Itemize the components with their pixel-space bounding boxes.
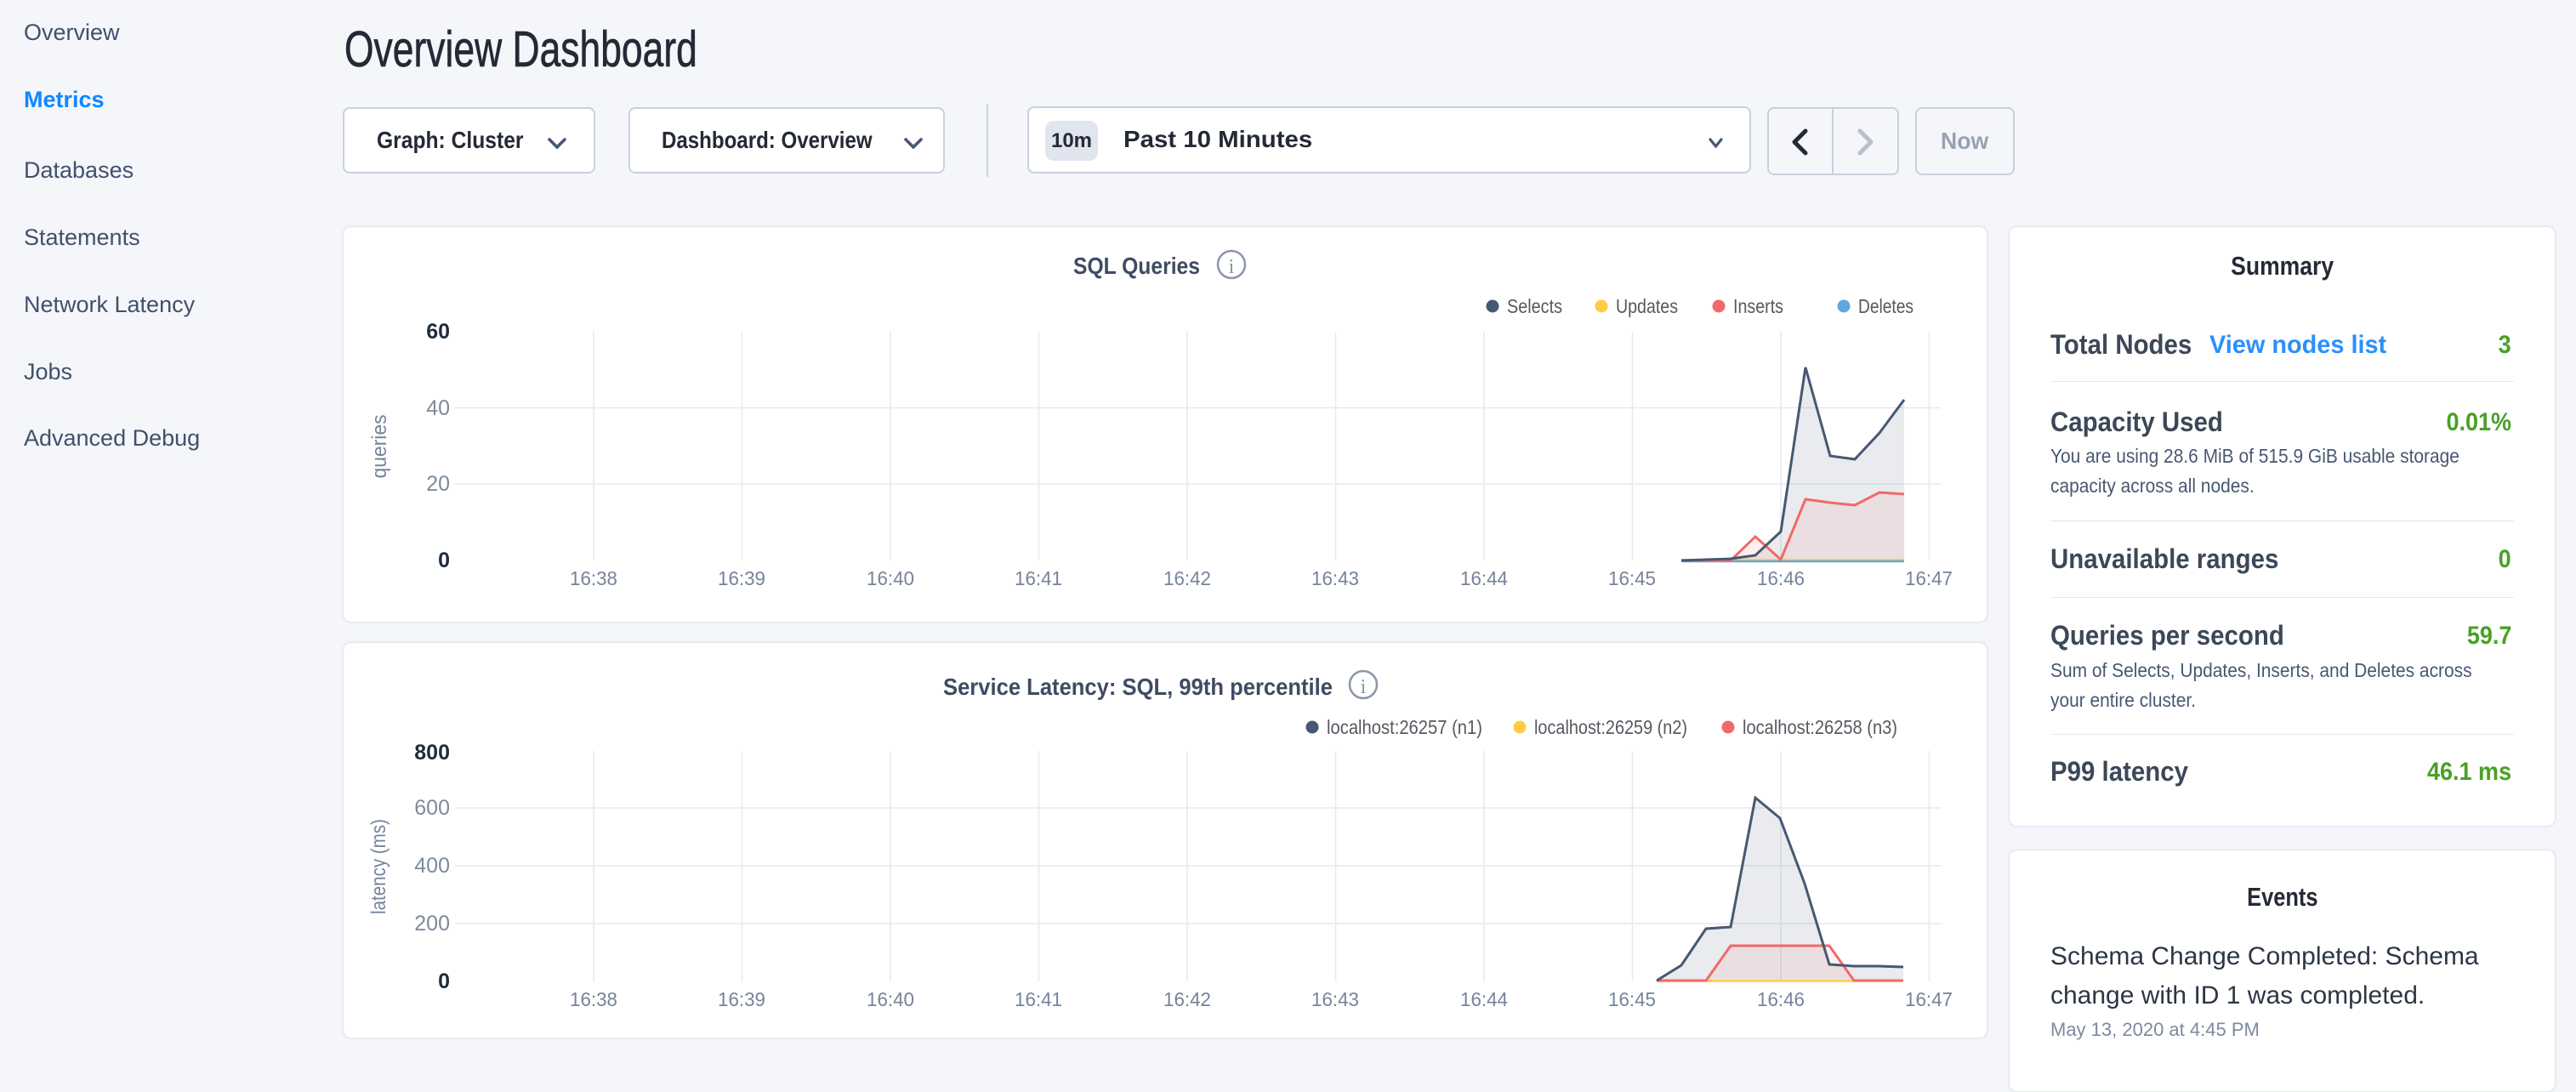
svg-text:16:43: 16:43 xyxy=(1311,988,1359,1010)
svg-text:16:41: 16:41 xyxy=(1015,988,1062,1010)
svg-text:16:38: 16:38 xyxy=(570,567,617,589)
svg-text:60: 60 xyxy=(426,320,450,344)
svg-text:16:45: 16:45 xyxy=(1608,988,1656,1010)
svg-text:SQL Queries: SQL Queries xyxy=(1073,253,1200,279)
svg-text:40: 40 xyxy=(426,396,450,420)
svg-text:400: 400 xyxy=(414,854,450,878)
svg-text:0: 0 xyxy=(438,549,450,572)
svg-text:latency (ms): latency (ms) xyxy=(367,819,390,914)
svg-text:16:40: 16:40 xyxy=(867,988,914,1010)
svg-text:600: 600 xyxy=(414,796,450,820)
svg-text:16:47: 16:47 xyxy=(1905,988,1953,1010)
svg-text:16:44: 16:44 xyxy=(1460,567,1508,589)
svg-text:Deletes: Deletes xyxy=(1858,295,1914,317)
svg-text:Updates: Updates xyxy=(1616,295,1678,317)
svg-text:16:44: 16:44 xyxy=(1460,988,1508,1010)
svg-text:localhost:26259 (n2): localhost:26259 (n2) xyxy=(1534,716,1687,738)
svg-text:16:46: 16:46 xyxy=(1757,567,1805,589)
svg-text:queries: queries xyxy=(368,415,391,479)
svg-text:Inserts: Inserts xyxy=(1733,295,1783,317)
svg-text:Selects: Selects xyxy=(1507,295,1562,317)
svg-text:800: 800 xyxy=(414,741,450,765)
svg-text:i: i xyxy=(1361,676,1367,698)
svg-text:16:39: 16:39 xyxy=(718,567,765,589)
svg-text:16:41: 16:41 xyxy=(1015,567,1062,589)
svg-text:16:38: 16:38 xyxy=(570,988,617,1010)
svg-text:16:42: 16:42 xyxy=(1163,567,1211,589)
svg-text:16:46: 16:46 xyxy=(1757,988,1805,1010)
svg-text:16:40: 16:40 xyxy=(867,567,914,589)
svg-text:i: i xyxy=(1229,256,1235,278)
svg-text:localhost:26257 (n1): localhost:26257 (n1) xyxy=(1327,716,1482,738)
svg-text:16:43: 16:43 xyxy=(1311,567,1359,589)
svg-text:localhost:26258 (n3): localhost:26258 (n3) xyxy=(1743,716,1897,738)
svg-text:Service Latency: SQL, 99th per: Service Latency: SQL, 99th percentile xyxy=(943,674,1333,700)
svg-text:20: 20 xyxy=(426,472,450,496)
svg-text:16:45: 16:45 xyxy=(1608,567,1656,589)
svg-text:16:39: 16:39 xyxy=(718,988,765,1010)
svg-text:16:42: 16:42 xyxy=(1163,988,1211,1010)
svg-text:0: 0 xyxy=(438,970,450,993)
svg-text:16:47: 16:47 xyxy=(1905,567,1953,589)
svg-text:200: 200 xyxy=(414,912,450,936)
